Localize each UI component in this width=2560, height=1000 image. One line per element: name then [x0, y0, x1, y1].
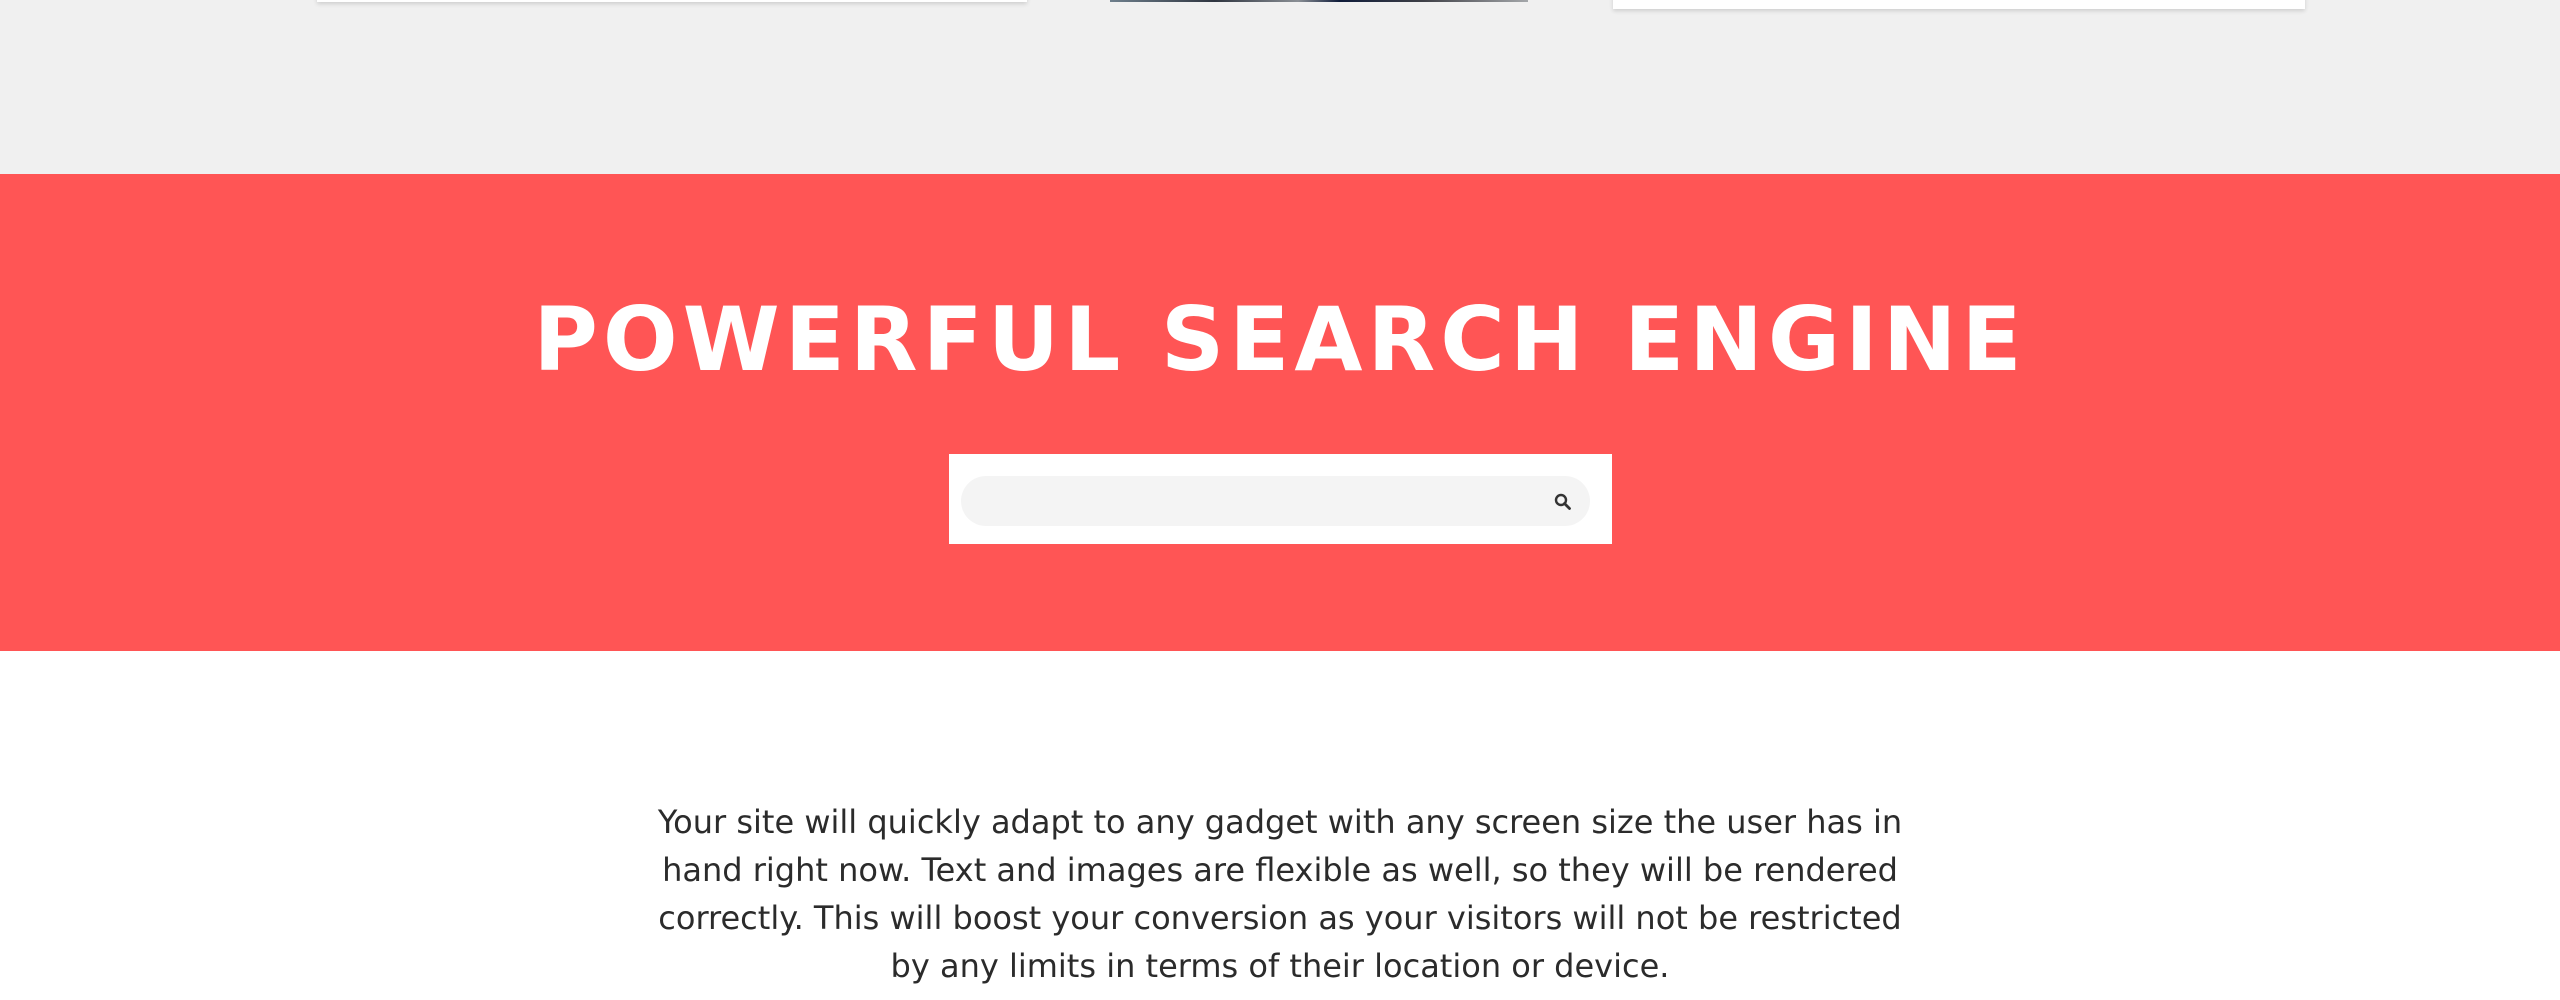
previous-section: [0, 0, 2560, 174]
search-form: [949, 454, 1612, 544]
magnifier-icon[interactable]: [1553, 492, 1573, 512]
card-right-bottom-edge: [1613, 0, 2305, 9]
image-card-bottom-edge: [1110, 0, 1528, 2]
description-paragraph: Your site will quickly adapt to any gadg…: [657, 803, 1903, 985]
search-input[interactable]: [961, 476, 1590, 526]
card-left-bottom-edge: [317, 0, 1027, 2]
search-section-heading: POWERFUL SEARCH ENGINE: [533, 288, 2027, 391]
search-section: [0, 174, 2560, 651]
